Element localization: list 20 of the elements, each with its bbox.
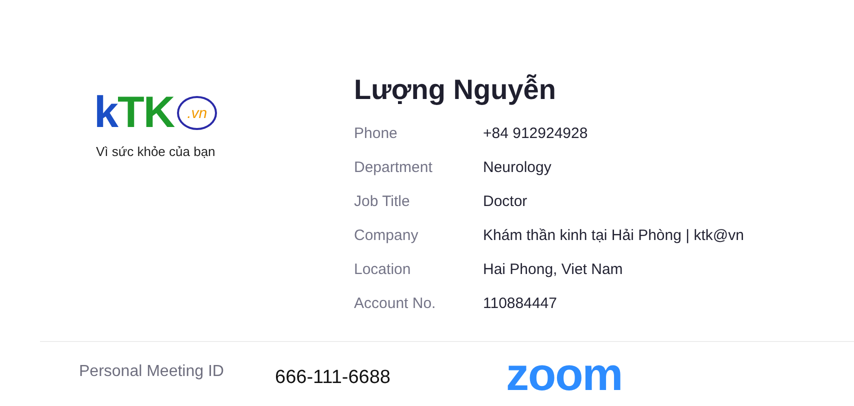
field-label: Location	[354, 260, 412, 278]
field-value: Doctor	[483, 192, 528, 210]
field-label: Phone	[354, 124, 398, 142]
profile-name: Lượng Nguyễn	[354, 74, 557, 106]
field-value: 110884447	[483, 294, 557, 312]
logo-badge: .vn	[177, 96, 218, 130]
logo-tagline: Vì sức khỏe của bạn	[96, 144, 216, 159]
logo-text: TK	[117, 88, 174, 138]
field-label: Department	[354, 158, 434, 176]
field-label: Account No.	[354, 294, 437, 312]
field-label: Company	[354, 226, 420, 244]
meeting-id-label: Personal Meeting ID	[78, 363, 225, 381]
field-value: +84 912924928	[483, 124, 588, 142]
field-value: Hai Phong, Viet Nam	[483, 260, 623, 278]
field-value: Neurology	[483, 158, 552, 176]
field-value: Khám thần kinh tại Hải Phòng | ktk@vn	[483, 226, 744, 244]
meeting-id-value: 666-111-6688	[275, 367, 392, 389]
field-label: Job Title	[354, 192, 411, 210]
brand-logo: zoom	[506, 354, 622, 394]
logo-text: k	[94, 88, 118, 138]
